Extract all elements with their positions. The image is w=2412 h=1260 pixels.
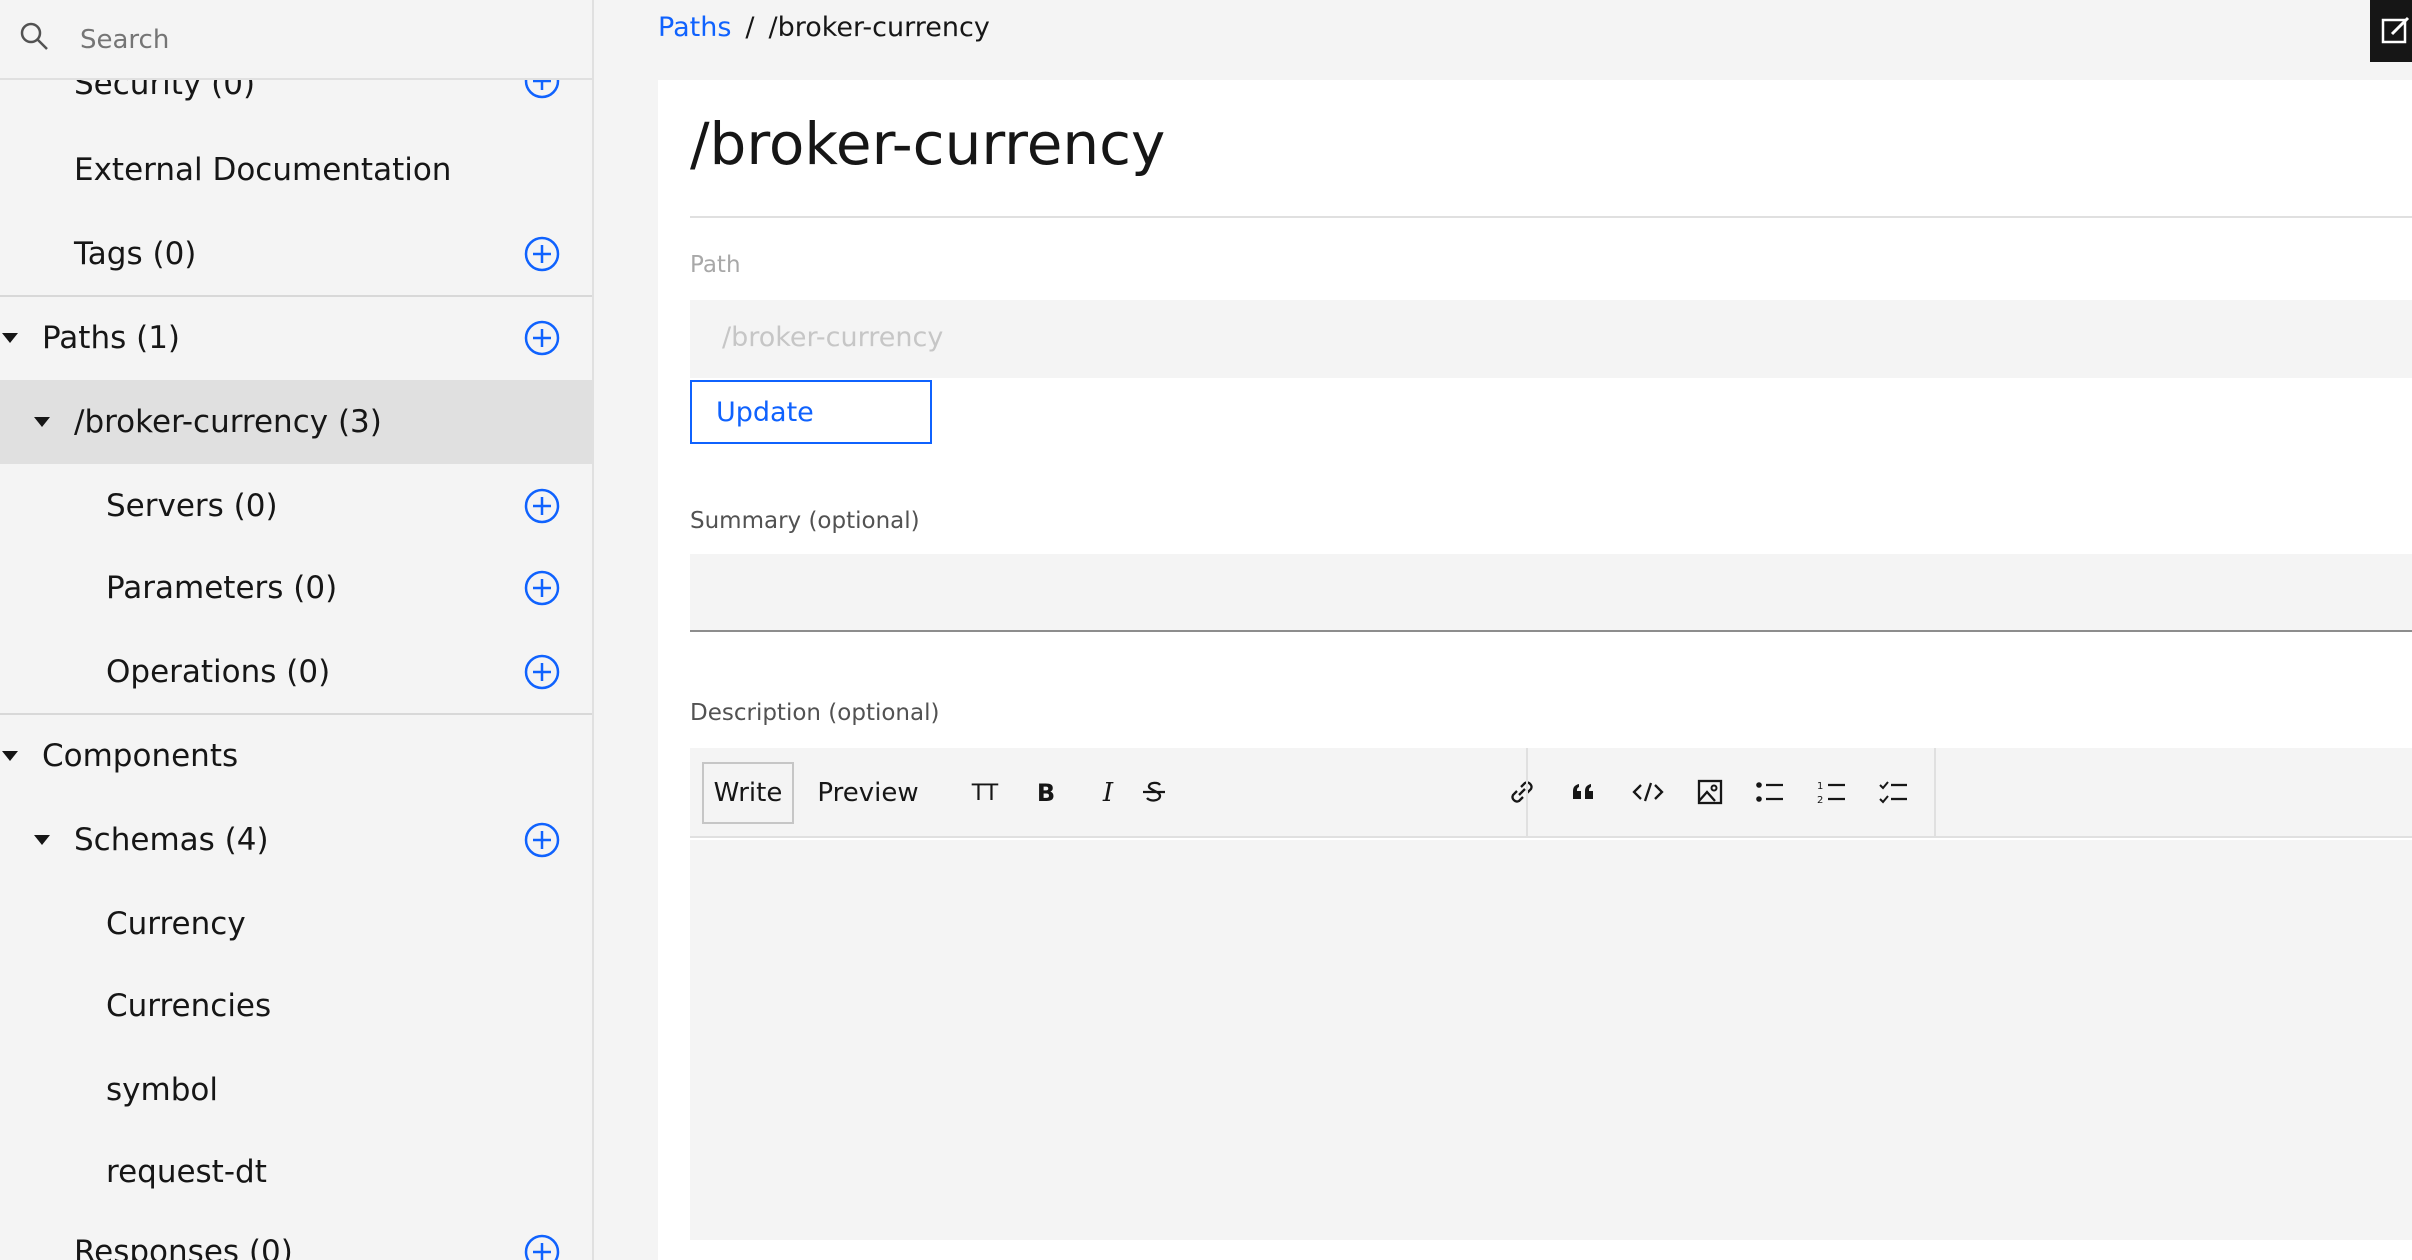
sidebar-item-tags[interactable]: Tags (0) — [0, 212, 592, 296]
markdown-toolbar: Write Preview TT B I 12 — [690, 748, 2412, 838]
strikethrough-icon[interactable] — [1136, 774, 1172, 810]
edit-button[interactable] — [2370, 0, 2412, 62]
path-value: /broker-currency — [722, 322, 944, 353]
summary-input[interactable] — [690, 554, 2412, 632]
add-server-icon[interactable] — [523, 487, 561, 525]
update-button[interactable]: Update — [690, 380, 932, 444]
sidebar-item-label: Paths (1) — [42, 320, 181, 356]
sidebar-item-broker-currency[interactable]: /broker-currency (3) — [0, 380, 592, 464]
sidebar-item-label: /broker-currency (3) — [74, 404, 382, 440]
sidebar-item-label: Currency — [106, 906, 246, 942]
edit-icon — [2381, 16, 2410, 44]
sidebar: Security (0) External Documentation Tags… — [0, 0, 594, 1260]
preview-tab[interactable]: Preview — [808, 762, 928, 824]
sidebar-item-label: Servers (0) — [106, 488, 278, 524]
link-icon[interactable] — [1504, 774, 1540, 810]
svg-text:2: 2 — [1817, 795, 1823, 806]
summary-label: Summary (optional) — [690, 508, 920, 534]
checklist-icon[interactable] — [1876, 774, 1912, 810]
bulleted-list-icon[interactable] — [1752, 774, 1788, 810]
add-schema-icon[interactable] — [523, 821, 561, 859]
caret-down-icon[interactable] — [34, 835, 50, 845]
description-editor[interactable] — [690, 840, 2412, 1240]
sidebar-item-label: Currencies — [106, 988, 272, 1024]
svg-text:1: 1 — [1817, 781, 1823, 792]
sidebar-item-label: Schemas (4) — [74, 822, 269, 858]
add-response-icon[interactable] — [523, 1233, 561, 1260]
toolbar-divider — [1526, 748, 1528, 838]
sidebar-item-parameters[interactable]: Parameters (0) — [0, 546, 592, 630]
sidebar-item-label: symbol — [106, 1072, 218, 1108]
sidebar-item-schema-request-dt[interactable]: request-dt — [0, 1130, 592, 1214]
numbered-list-icon[interactable]: 12 — [1814, 774, 1850, 810]
breadcrumb-separator: / — [745, 12, 755, 43]
sidebar-item-label: Responses (0) — [74, 1234, 293, 1260]
path-label: Path — [690, 252, 741, 278]
italic-button[interactable]: I — [1088, 762, 1128, 824]
search-bar-bg — [0, 0, 592, 80]
code-icon[interactable] — [1630, 774, 1666, 810]
caret-down-icon[interactable] — [2, 333, 18, 343]
sidebar-item-label: Operations (0) — [106, 654, 331, 690]
quote-icon[interactable] — [1566, 774, 1602, 810]
image-icon[interactable] — [1692, 774, 1728, 810]
toolbar-divider — [1934, 748, 1936, 838]
write-tab[interactable]: Write — [702, 762, 794, 824]
add-parameter-icon[interactable] — [523, 569, 561, 607]
sidebar-item-label: Tags (0) — [74, 236, 197, 272]
page-title: /broker-currency — [690, 110, 1166, 178]
caret-down-icon[interactable] — [34, 417, 50, 427]
bold-button[interactable]: B — [1026, 762, 1066, 824]
breadcrumb: Paths / /broker-currency — [658, 12, 990, 43]
title-divider — [690, 216, 2412, 218]
add-tag-icon[interactable] — [523, 235, 561, 273]
sidebar-item-servers[interactable]: Servers (0) — [0, 464, 592, 548]
sidebar-item-paths[interactable]: Paths (1) — [0, 296, 592, 380]
sidebar-item-label: Components — [42, 738, 239, 774]
caret-down-icon[interactable] — [2, 751, 18, 761]
breadcrumb-paths-link[interactable]: Paths — [658, 12, 731, 43]
sidebar-item-schema-currencies[interactable]: Currencies — [0, 964, 592, 1048]
sidebar-item-external-documentation[interactable]: External Documentation — [0, 128, 592, 212]
sidebar-item-components[interactable]: Components — [0, 714, 592, 798]
description-label: Description (optional) — [690, 700, 940, 726]
sidebar-item-label: request-dt — [106, 1154, 267, 1190]
sidebar-item-schemas[interactable]: Schemas (4) — [0, 798, 592, 882]
heading-button[interactable]: TT — [960, 762, 1010, 824]
breadcrumb-current: /broker-currency — [768, 12, 990, 43]
add-operation-icon[interactable] — [523, 653, 561, 691]
search-input[interactable] — [80, 12, 560, 68]
sidebar-item-responses[interactable]: Responses (0) — [0, 1210, 592, 1260]
sidebar-item-schema-currency[interactable]: Currency — [0, 882, 592, 966]
sidebar-item-label: Parameters (0) — [106, 570, 338, 606]
sidebar-item-operations[interactable]: Operations (0) — [0, 630, 592, 714]
search-icon — [20, 22, 48, 50]
path-field[interactable]: /broker-currency — [690, 300, 2412, 378]
sidebar-item-label: External Documentation — [74, 152, 452, 188]
main-panel: /broker-currency Path /broker-currency U… — [658, 80, 2412, 1260]
add-path-icon[interactable] — [523, 319, 561, 357]
sidebar-item-schema-symbol[interactable]: symbol — [0, 1048, 592, 1132]
